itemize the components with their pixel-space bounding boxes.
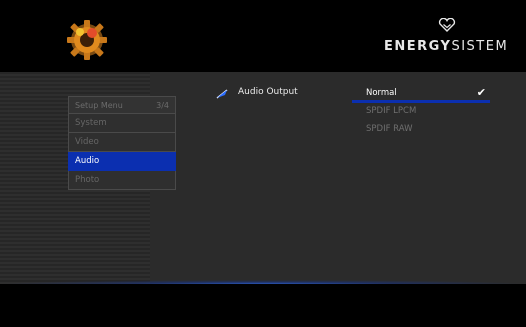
gear-logo-icon bbox=[67, 20, 107, 60]
heart-icon bbox=[438, 18, 456, 32]
setup-menu: Setup Menu 3/4 System Video Audio Photo bbox=[68, 96, 176, 190]
screen: ENERGYSISTEM Setup Menu 3/4 System Video… bbox=[0, 0, 526, 327]
option-label: Audio Output bbox=[238, 87, 298, 97]
menu-header: Setup Menu 3/4 bbox=[68, 96, 176, 114]
menu-page-indicator: 3/4 bbox=[156, 101, 169, 110]
menu-item-photo[interactable]: Photo bbox=[68, 171, 176, 190]
value-label: Normal bbox=[366, 88, 397, 98]
brand-name: ENERGYSISTEM bbox=[384, 39, 509, 54]
value-normal[interactable]: Normal ✔ bbox=[352, 85, 492, 103]
selection-arrow-icon bbox=[216, 89, 228, 99]
menu-title: Setup Menu bbox=[75, 101, 123, 110]
value-spdif-lpcm[interactable]: SPDIF LPCM bbox=[352, 103, 492, 121]
footer bbox=[0, 284, 526, 327]
value-label: SPDIF RAW bbox=[366, 124, 413, 134]
menu-item-video[interactable]: Video bbox=[68, 133, 176, 152]
value-spdif-raw[interactable]: SPDIF RAW bbox=[352, 121, 492, 139]
brand-logo: ENERGYSISTEM bbox=[368, 18, 508, 54]
menu-item-system[interactable]: System bbox=[68, 114, 176, 133]
checkmark-icon: ✔ bbox=[476, 86, 486, 99]
value-label: SPDIF LPCM bbox=[366, 106, 417, 116]
menu-item-audio[interactable]: Audio bbox=[68, 152, 176, 171]
header: ENERGYSISTEM bbox=[0, 0, 526, 72]
value-list: Normal ✔ SPDIF LPCM SPDIF RAW bbox=[352, 85, 492, 139]
